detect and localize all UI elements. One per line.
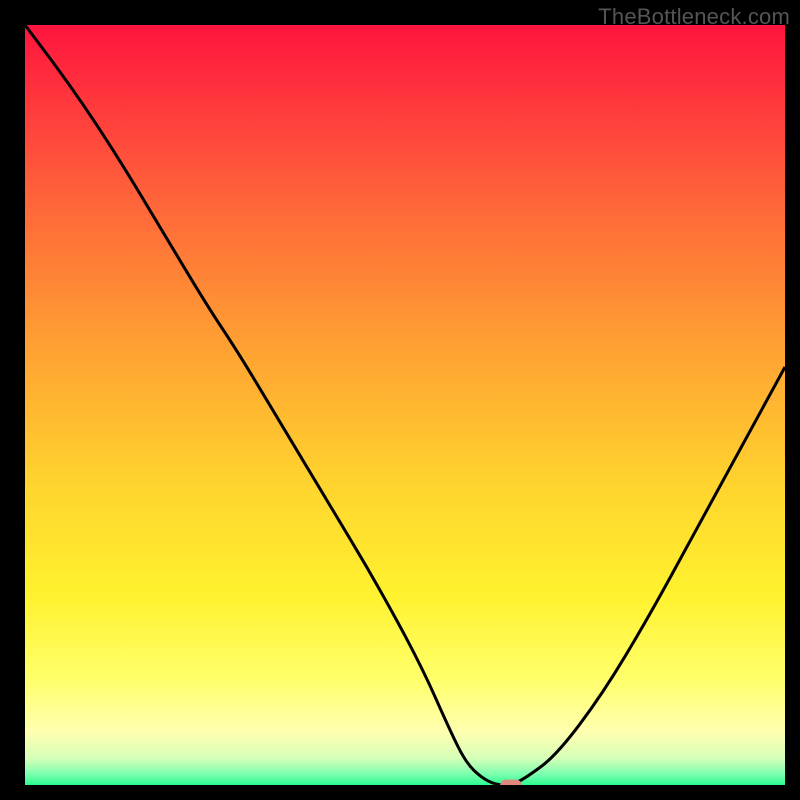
gradient-background [25, 25, 785, 785]
optimum-marker [500, 780, 522, 785]
bottleneck-chart [25, 25, 785, 785]
plot-area [25, 25, 785, 785]
watermark-text: TheBottleneck.com [598, 4, 790, 30]
